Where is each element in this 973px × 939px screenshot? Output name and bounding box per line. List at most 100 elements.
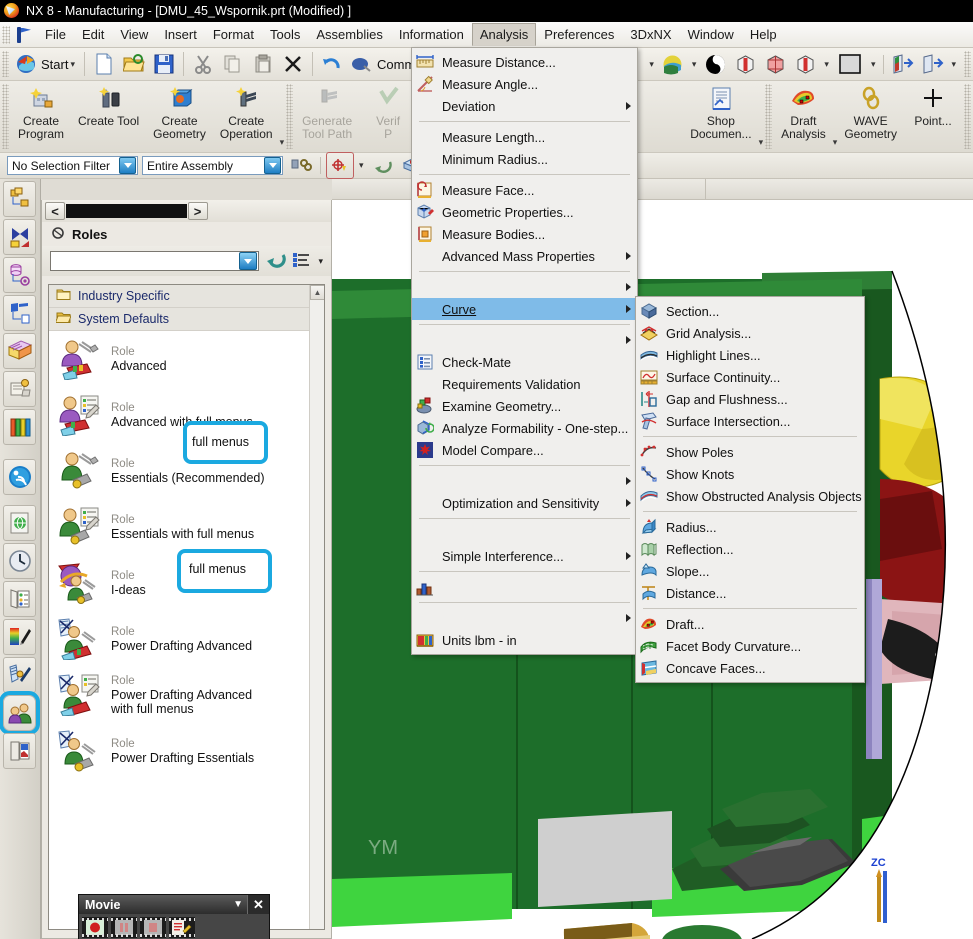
roles-nav-track[interactable]: [66, 204, 187, 218]
resource-system-scene[interactable]: [3, 619, 36, 655]
resource-constraint-navigator[interactable]: [3, 219, 36, 255]
point-button[interactable]: Point...: [904, 81, 962, 152]
submenu-item-highlight-lines[interactable]: Highlight Lines...: [636, 344, 864, 366]
role-item-ideas[interactable]: Role I-deas: [49, 555, 324, 611]
submenu-item-reflection[interactable]: Reflection...: [636, 538, 864, 560]
resource-history[interactable]: [3, 543, 36, 579]
menu-item-measure-distance[interactable]: Measure Distance...: [412, 51, 637, 73]
copy-icon[interactable]: [219, 51, 247, 78]
back-arrow-icon[interactable]: [265, 251, 287, 272]
resource-assembly-navigator[interactable]: [3, 181, 36, 217]
toolbar-grip[interactable]: [2, 51, 9, 77]
menu-item-shape[interactable]: Curve: [412, 298, 637, 320]
resource-web-browser[interactable]: [3, 505, 36, 541]
toolbar-grip-right[interactable]: [964, 51, 971, 77]
role-item-essentials[interactable]: Role Essentials (Recommended): [49, 443, 324, 499]
submenu-item-draft[interactable]: Draft...: [636, 613, 864, 635]
menu-item-assembly-clearance[interactable]: Simple Interference...: [412, 545, 637, 567]
shop-documentation-button[interactable]: Shop Documen...: [683, 81, 758, 152]
start-menu-icon[interactable]: [12, 51, 40, 78]
menu-insert[interactable]: Insert: [156, 23, 205, 46]
roles-group-system-defaults[interactable]: System Defaults: [49, 308, 324, 331]
list-view-caret-icon[interactable]: ▾: [318, 256, 323, 267]
resource-process-specific[interactable]: [3, 657, 36, 693]
delete-x-icon[interactable]: [279, 51, 307, 78]
menu-item-model-compare[interactable]: Analyze Formability - One-step...: [412, 417, 637, 439]
resource-reuse-library[interactable]: [3, 333, 36, 369]
create-operation-button[interactable]: Create Operation: [213, 81, 280, 152]
hide-caret-icon[interactable]: ▾: [951, 59, 956, 70]
start-label[interactable]: Start: [41, 57, 68, 72]
menu-item-units[interactable]: [412, 607, 637, 629]
menu-format[interactable]: Format: [205, 23, 262, 46]
submenu-item-slope[interactable]: Slope...: [636, 560, 864, 582]
submenu-item-show-knots[interactable]: Show Knots: [636, 463, 864, 485]
menu-3dxnx[interactable]: 3DxNX: [622, 23, 679, 46]
select-general-icon[interactable]: [287, 152, 315, 179]
menu-tools[interactable]: Tools: [262, 23, 308, 46]
roles-nav-next-button[interactable]: >: [187, 202, 208, 220]
render-style-caret-icon[interactable]: ▾: [692, 59, 697, 70]
snap-point-icon[interactable]: [326, 152, 354, 179]
paste-icon[interactable]: [249, 51, 277, 78]
resource-html-help[interactable]: [3, 371, 36, 407]
shade-caret-icon[interactable]: ▾: [824, 59, 829, 70]
shape-submenu[interactable]: Section... Grid Analysis... Highlight Li…: [635, 296, 865, 683]
show-hide-icon[interactable]: [889, 51, 917, 78]
toolpath-group-grip[interactable]: [286, 84, 294, 149]
resource-internet-explorer[interactable]: [3, 459, 36, 495]
resource-roles[interactable]: [0, 691, 40, 735]
partially-shaded-icon[interactable]: [791, 51, 819, 78]
submenu-item-surface-intersection[interactable]: Surface Intersection...: [636, 410, 864, 432]
render-dropdown-caret-icon[interactable]: ▾: [649, 59, 654, 70]
undo-icon[interactable]: [318, 51, 346, 78]
cut-icon[interactable]: [189, 51, 217, 78]
menu-item-space-finder[interactable]: [412, 576, 637, 598]
back-icon[interactable]: [369, 152, 397, 179]
background-color-icon[interactable]: [834, 51, 866, 78]
roles-search-chevron-down-icon[interactable]: [239, 252, 258, 270]
static-wireframe-icon[interactable]: [731, 51, 759, 78]
command-finder-label[interactable]: Comm: [377, 57, 415, 72]
menu-item-advanced-mass-properties[interactable]: Advanced Mass Properties: [412, 245, 637, 267]
selection-scope-combo[interactable]: Entire Assembly: [142, 156, 283, 175]
submenu-item-grid-analysis[interactable]: Grid Analysis...: [636, 322, 864, 344]
menu-item-geometric-properties[interactable]: Geometric Properties...: [412, 201, 637, 223]
roles-group-industry-specific[interactable]: Industry Specific: [49, 285, 324, 308]
menu-help[interactable]: Help: [742, 23, 785, 46]
role-item-advanced-full-menus[interactable]: Role Advanced with full menus: [49, 387, 324, 443]
render-style-icon[interactable]: [659, 51, 687, 78]
toolbar2-grip-right[interactable]: [964, 84, 971, 149]
menu-window[interactable]: Window: [680, 23, 742, 46]
role-item-power-drafting-essentials[interactable]: Role Power Drafting Essentials: [49, 723, 324, 779]
roles-nav-prev-button[interactable]: <: [45, 202, 65, 220]
resource-system-materials[interactable]: [3, 409, 36, 445]
shop-documentation-caret-icon[interactable]: ▾: [759, 137, 764, 148]
roles-list[interactable]: ▲ Industry Specific System Defaults Role…: [48, 284, 325, 930]
create-geometry-button[interactable]: Create Geometry: [146, 81, 213, 152]
menu-analysis[interactable]: Analysis: [471, 23, 537, 46]
menu-item-molded-part-validation[interactable]: Optimization and Sensitivity: [412, 492, 637, 514]
resource-part-navigator[interactable]: [3, 257, 36, 293]
menu-view[interactable]: View: [112, 23, 156, 46]
list-view-icon[interactable]: [292, 251, 312, 272]
snap-point-caret-icon[interactable]: ▾: [359, 160, 364, 171]
roles-scroll-up-icon[interactable]: ▲: [310, 285, 324, 300]
analysis-dropdown-menu[interactable]: Measure Distance... Measure Angle... Dev…: [411, 47, 638, 655]
menu-item-requirements-validation[interactable]: Check-Mate: [412, 351, 637, 373]
menu-file[interactable]: File: [37, 23, 74, 46]
role-item-essentials-full-menus[interactable]: Role Essentials with full menus: [49, 499, 324, 555]
menu-item-simple-interference[interactable]: [412, 523, 637, 545]
menu-item-measure-angle[interactable]: Measure Angle...: [412, 73, 637, 95]
menu-item-optimization-sensitivity[interactable]: [412, 470, 637, 492]
submenu-item-gap-flushness[interactable]: Gap and Flushness...: [636, 388, 864, 410]
menu-item-curve[interactable]: [412, 276, 637, 298]
resource-operation-navigator[interactable]: [3, 295, 36, 331]
command-finder-icon[interactable]: [348, 51, 376, 78]
movie-settings-button[interactable]: [169, 917, 195, 938]
movie-record-button[interactable]: [82, 917, 108, 938]
menu-item-examine-geometry[interactable]: Requirements Validation: [412, 373, 637, 395]
submenu-item-distance[interactable]: Distance...: [636, 582, 864, 604]
menu-assemblies[interactable]: Assemblies: [308, 23, 390, 46]
open-folder-icon[interactable]: [120, 51, 148, 78]
